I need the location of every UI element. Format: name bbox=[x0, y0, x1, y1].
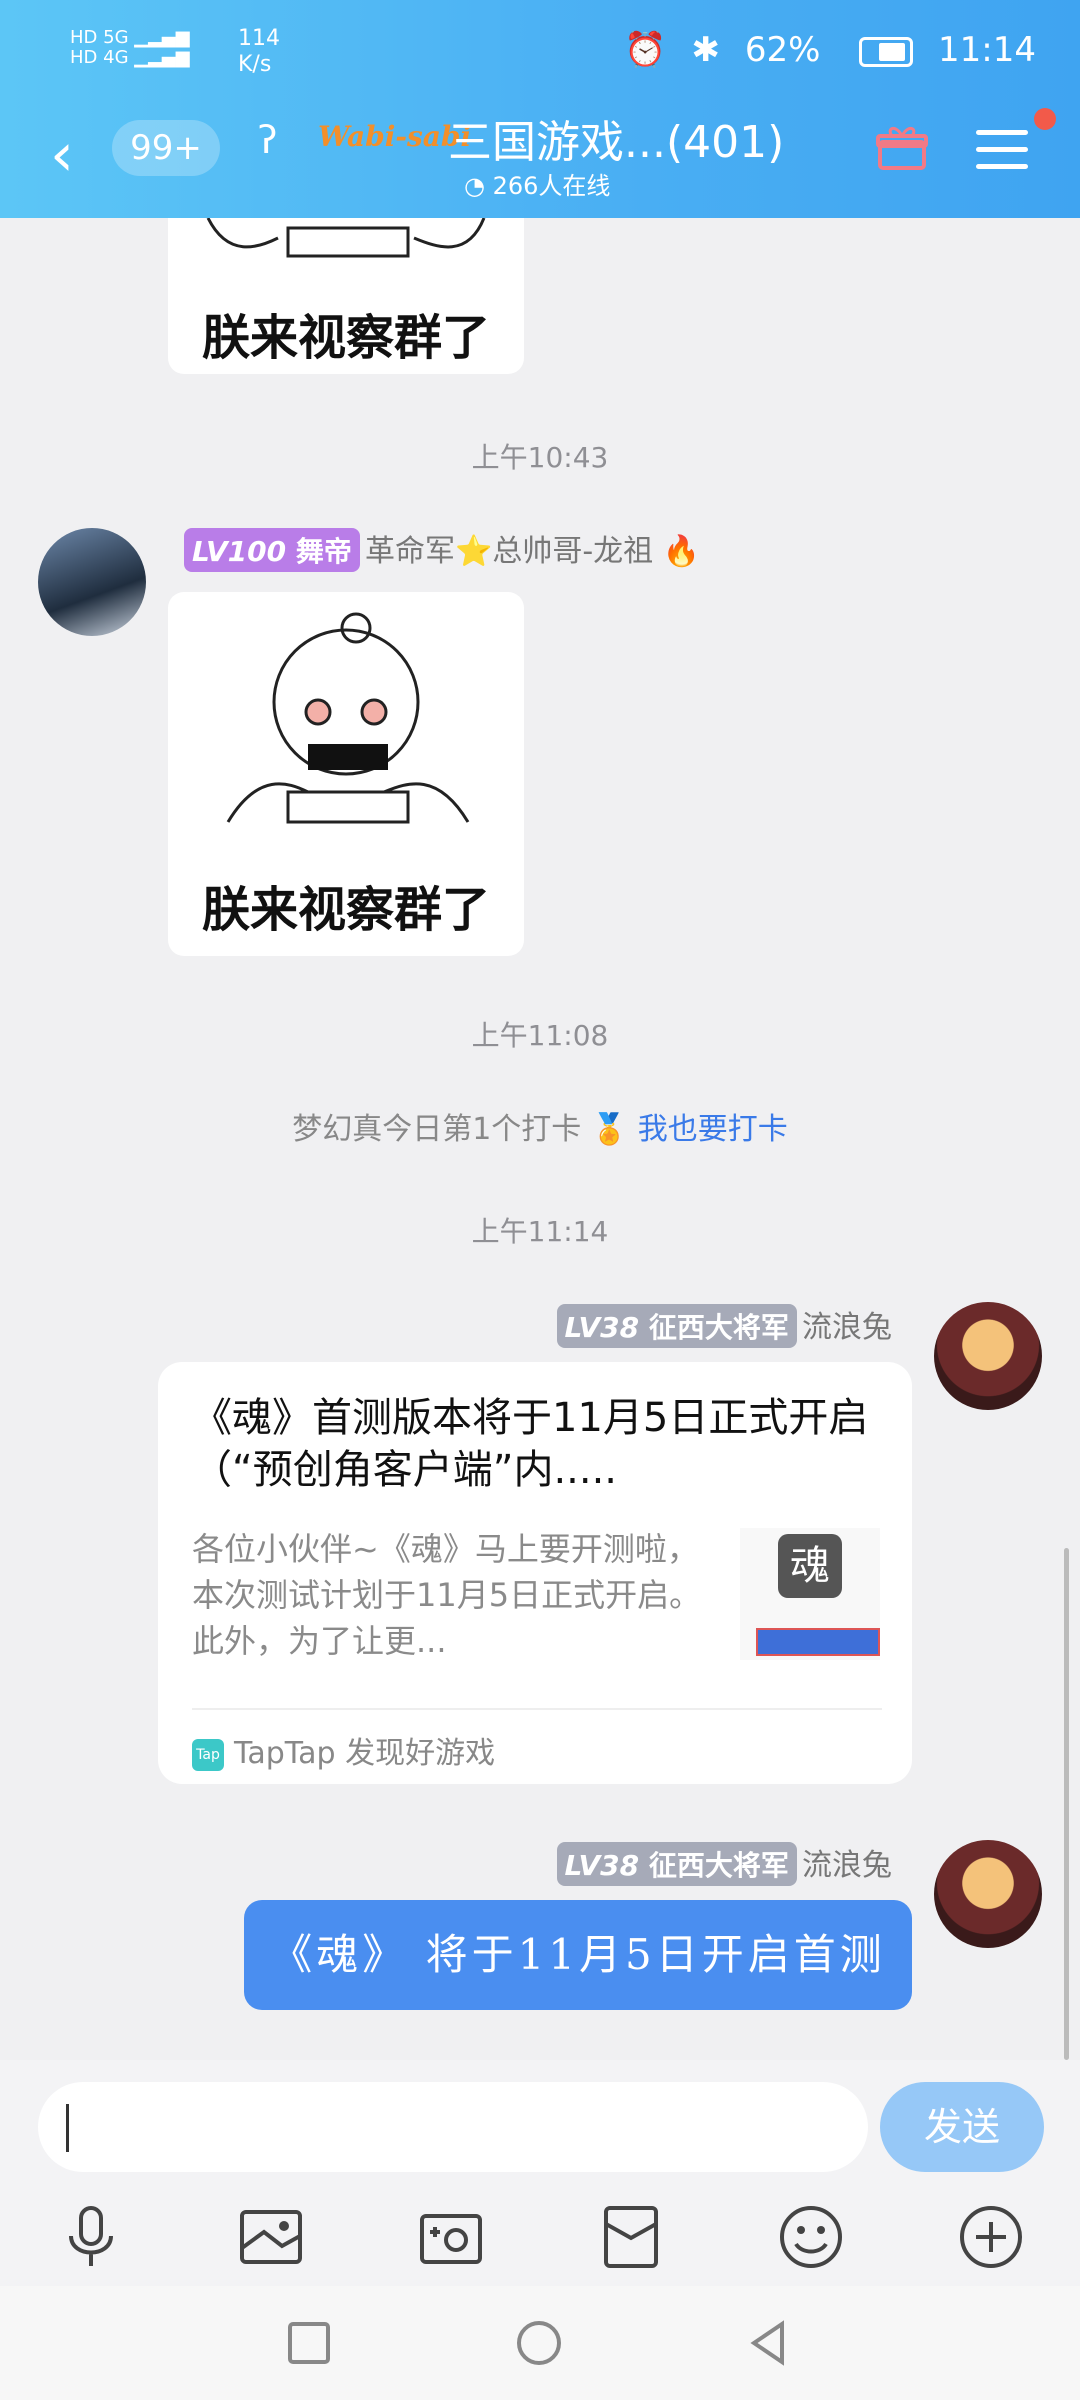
timestamp: 上午10:43 bbox=[471, 441, 609, 474]
text-cursor bbox=[66, 2104, 69, 2152]
sticker-caption: 朕来视察群了 bbox=[201, 882, 490, 938]
sticker-image[interactable]: 朕来视察群了 bbox=[168, 218, 524, 374]
back-icon[interactable]: ‹ bbox=[50, 125, 74, 185]
timestamp: 上午11:08 bbox=[471, 1019, 609, 1052]
network-speed: 114 K/s bbox=[238, 26, 280, 77]
status-bar: HD 5G ▁▂▄▆ HD 4G ▁▂▄▆ 114 K/s ⏰ ✱ 62% 11:… bbox=[0, 20, 1080, 90]
checkin-link[interactable]: 我也要打卡 bbox=[638, 1112, 788, 1147]
avatar[interactable] bbox=[934, 1302, 1042, 1410]
camera-icon[interactable] bbox=[416, 2202, 486, 2272]
unread-badge[interactable]: 99+ bbox=[112, 120, 220, 176]
taptap-icon: Tap bbox=[192, 1738, 224, 1771]
signal-indicator: HD 5G ▁▂▄▆ HD 4G ▁▂▄▆ bbox=[70, 27, 190, 68]
input-bar: 发送 bbox=[0, 2060, 1080, 2286]
level-tag: LV100 舞帝 bbox=[184, 528, 360, 572]
sender-name[interactable]: 革命军⭐总帅哥-龙祖 🔥 bbox=[365, 534, 700, 569]
share-source: Tap TapTap 发现好游戏 bbox=[192, 1708, 882, 1772]
clock: 11:14 bbox=[938, 30, 1036, 70]
message-bubble[interactable]: 《魂》 将于11月5日开启首测 bbox=[244, 1900, 912, 2010]
chat-header: HD 5G ▁▂▄▆ HD 4G ▁▂▄▆ 114 K/s ⏰ ✱ 62% 11:… bbox=[0, 0, 1080, 218]
sticker-image[interactable]: 朕来视察群了 bbox=[168, 592, 524, 956]
menu-notification-dot bbox=[1034, 108, 1056, 130]
share-title: 《魂》首测版本将于11月5日正式开启（“预创角客户端”内..... bbox=[192, 1395, 869, 1493]
image-icon[interactable] bbox=[236, 2202, 306, 2272]
thumb-button-icon bbox=[756, 1628, 880, 1656]
microphone-icon[interactable] bbox=[56, 2202, 126, 2272]
share-source-text: TapTap 发现好游戏 bbox=[234, 1736, 496, 1771]
sticker-drawing-icon bbox=[226, 612, 470, 824]
share-thumbnail: 魂 bbox=[740, 1528, 880, 1660]
medal-icon: 🏅 bbox=[590, 1112, 629, 1147]
timestamp: 上午11:14 bbox=[471, 1215, 609, 1248]
scrollbar[interactable] bbox=[1064, 1548, 1069, 2060]
avatar[interactable] bbox=[38, 528, 146, 636]
recent-apps-icon[interactable] bbox=[284, 2318, 334, 2368]
level-tag: LV38 征西大将军 bbox=[556, 1304, 797, 1348]
sender-header: LV38 征西大将军 流浪兔 bbox=[556, 1840, 892, 1886]
emoji-icon[interactable] bbox=[776, 2202, 846, 2272]
checkin-text: 梦幻真今日第1个打卡 bbox=[292, 1112, 582, 1147]
toolbar bbox=[0, 2202, 1080, 2272]
send-button[interactable]: 发送 bbox=[880, 2082, 1044, 2172]
menu-icon[interactable] bbox=[976, 130, 1028, 170]
avatar[interactable] bbox=[934, 1840, 1042, 1948]
game-logo-icon: 魂 bbox=[778, 1534, 842, 1598]
sender-name[interactable]: 流浪兔 bbox=[802, 1848, 892, 1883]
battery-icon bbox=[845, 30, 914, 70]
home-icon[interactable] bbox=[514, 2318, 564, 2368]
nav-bar: ‹ 99+ ʔ Wabi-sabi 三国游戏...(401) ◔ 266人在线 bbox=[0, 100, 1080, 210]
red-packet-icon[interactable] bbox=[596, 2202, 666, 2272]
ear-icon[interactable]: ʔ bbox=[258, 118, 277, 162]
alarm-icon: ⏰ bbox=[624, 30, 667, 70]
checkin-notice: 梦幻真今日第1个打卡 🏅 我也要打卡 bbox=[0, 1104, 1080, 1148]
gift-icon[interactable] bbox=[876, 122, 928, 174]
sender-header: LV38 征西大将军 流浪兔 bbox=[556, 1302, 892, 1348]
level-tag: LV38 征西大将军 bbox=[556, 1842, 797, 1886]
group-title[interactable]: 三国游戏...(401) bbox=[448, 106, 784, 170]
back-nav-icon[interactable] bbox=[744, 2318, 794, 2368]
sticker-drawing-icon bbox=[206, 218, 486, 258]
bluetooth-icon: ✱ bbox=[691, 30, 721, 70]
battery-percent: 62% bbox=[744, 30, 821, 70]
status-right: ⏰ ✱ 62% 11:14 bbox=[610, 30, 1036, 70]
sender-name[interactable]: 流浪兔 bbox=[802, 1310, 892, 1345]
add-icon[interactable] bbox=[956, 2202, 1026, 2272]
sticker-caption: 朕来视察群了 bbox=[201, 310, 490, 366]
share-description: 各位小伙伴~《魂》马上要开测啦，本次测试计划于11月5日正式开启。此外，为了让更… bbox=[192, 1530, 702, 1660]
shared-link-card[interactable]: 《魂》首测版本将于11月5日正式开启（“预创角客户端”内..... 各位小伙伴~… bbox=[158, 1362, 912, 1784]
online-count: ◔ 266人在线 bbox=[464, 172, 611, 200]
message-input[interactable] bbox=[38, 2082, 868, 2172]
sender-header: LV100 舞帝 革命军⭐总帅哥-龙祖 🔥 bbox=[184, 526, 700, 572]
system-nav-bar bbox=[0, 2286, 1080, 2400]
online-count-text: 266人在线 bbox=[492, 172, 611, 200]
